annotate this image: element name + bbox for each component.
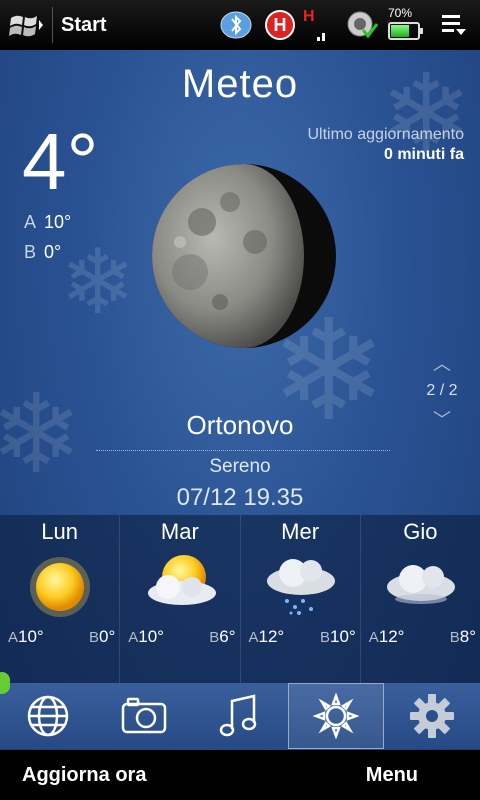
weather-datetime: 07/12 19.35 — [176, 484, 304, 511]
forecast-low-letter: B — [449, 629, 460, 646]
forecast-day[interactable]: Lun A10° B0° — [0, 515, 121, 683]
forecast-low: 6° — [219, 627, 236, 646]
menu-icon[interactable] — [436, 6, 472, 44]
start-label[interactable]: Start — [61, 14, 107, 37]
tab-bar — [0, 683, 480, 749]
high-letter: A — [24, 212, 37, 232]
forecast-high-letter: A — [248, 629, 259, 646]
h-signal-icon[interactable]: H — [262, 6, 298, 44]
forecast-day-name: Mar — [160, 519, 199, 544]
music-note-icon — [219, 694, 257, 737]
forecast-high: 10° — [18, 627, 44, 646]
current-temperature: 4° — [22, 117, 99, 206]
forecast-low: 8° — [459, 627, 476, 646]
tab-weather[interactable] — [288, 683, 384, 749]
sync-icon[interactable] — [344, 6, 380, 44]
city-name[interactable]: Ortonovo — [0, 410, 480, 441]
low-temperature: B 0° — [24, 242, 61, 263]
softkey-bar: Aggiorna ora Menu — [0, 750, 480, 800]
high-value: 10° — [44, 212, 72, 232]
snowflake-decoration-icon: ❄ — [60, 233, 136, 333]
weather-panel: ❄ ❄ ❄ ❄ Meteo 4° A 10° B 0° Ultimo aggiorn… — [0, 50, 480, 750]
forecast-high-letter: A — [8, 629, 19, 646]
refresh-now-button[interactable]: Aggiorna ora — [22, 764, 146, 787]
battery-icon[interactable] — [388, 22, 423, 40]
forecast-day[interactable]: Mer A12° B10° — [241, 515, 361, 683]
high-temperature: A 10° — [24, 212, 71, 233]
menu-button[interactable]: Menu — [366, 764, 418, 787]
forecast-low: 0° — [98, 627, 116, 646]
forecast-day-name: Gio — [403, 519, 438, 544]
tab-camera[interactable] — [96, 683, 192, 749]
partly-cloudy-icon — [148, 555, 217, 605]
settings-gear-icon — [410, 694, 454, 738]
weather-condition: Sereno — [209, 456, 271, 477]
low-letter: B — [24, 242, 37, 262]
sun-icon — [30, 557, 90, 617]
camera-icon — [121, 697, 167, 734]
forecast-day-name: Mer — [281, 519, 320, 544]
forecast-day[interactable]: Gio A12° B8° — [361, 515, 480, 683]
forecast-low: 10° — [330, 627, 356, 646]
forecast-low-letter: B — [320, 629, 331, 646]
chevron-up-icon[interactable]: ︿ — [422, 350, 462, 376]
page-indicator-text: 2 / 2 — [426, 382, 458, 399]
forecast-day-name: Lun — [41, 519, 78, 544]
rain-cloud-icon — [266, 559, 335, 615]
forecast-temps: A10° B0° — [8, 627, 115, 647]
signal-bars-icon[interactable]: H — [300, 6, 330, 44]
tab-internet[interactable] — [0, 683, 96, 749]
forecast-high-letter: A — [128, 629, 139, 646]
forecast-temps: A12° B10° — [249, 627, 356, 647]
last-update-value: 0 minuti fa — [383, 146, 464, 163]
low-value: 0° — [44, 242, 62, 262]
forecast-day[interactable]: Mar A10° B6° — [120, 515, 241, 683]
moon-icon — [152, 164, 336, 348]
forecast-low-letter: B — [88, 629, 99, 646]
weather-sun-icon — [313, 693, 359, 739]
forecast-low-letter: B — [209, 629, 220, 646]
forecast-temps: A12° B8° — [369, 627, 476, 647]
app-title: Meteo — [181, 62, 299, 106]
battery-percent: 70% — [388, 6, 413, 20]
windows-flag-icon[interactable] — [4, 3, 48, 47]
tab-music[interactable] — [192, 683, 288, 749]
svg-text:H: H — [274, 15, 287, 35]
forecast-temps: A10° B6° — [128, 627, 235, 647]
forecast-high: 10° — [138, 627, 164, 646]
globe-icon — [27, 695, 69, 737]
svg-text:H: H — [303, 8, 315, 25]
last-update-label: Ultimo aggiornamento — [307, 126, 464, 143]
forecast-high-letter: A — [368, 629, 379, 646]
bluetooth-icon[interactable] — [218, 6, 254, 44]
divider — [96, 450, 390, 451]
cloud-icon — [386, 565, 455, 604]
status-bar: Start H H 70% — [0, 0, 480, 50]
forecast-high: 12° — [258, 627, 285, 646]
forecast-strip: Lun A10° B0° Mar A10° B6° Mer A12° B10° … — [0, 515, 480, 683]
forecast-high: 12° — [378, 627, 405, 646]
divider — [52, 7, 53, 43]
tab-settings[interactable] — [384, 683, 480, 749]
